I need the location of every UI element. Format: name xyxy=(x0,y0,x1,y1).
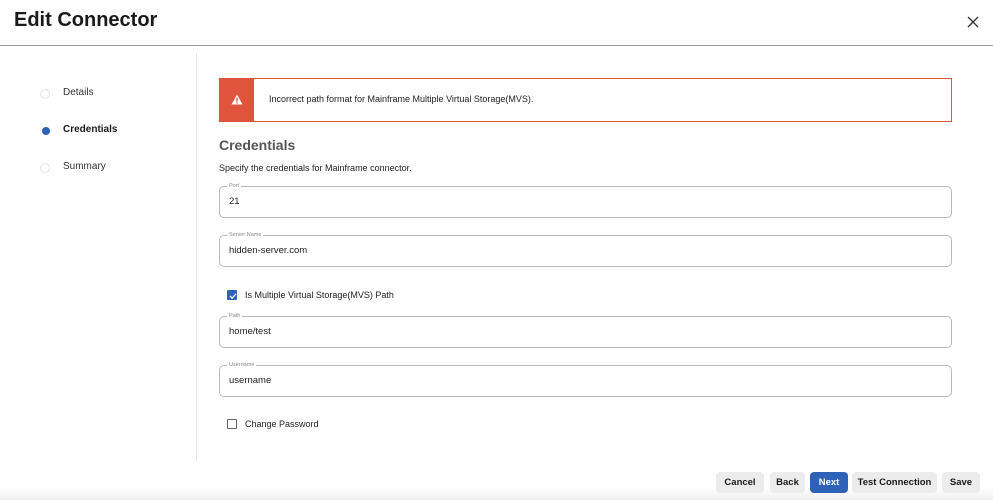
back-button[interactable]: Back xyxy=(770,472,805,493)
error-icon-box xyxy=(220,79,254,121)
change-password-label: Change Password xyxy=(245,419,319,429)
path-label: Path xyxy=(227,312,243,320)
port-label: Port xyxy=(227,182,242,190)
username-field[interactable]: Username username xyxy=(219,361,952,397)
close-icon[interactable] xyxy=(963,12,983,32)
port-value[interactable]: 21 xyxy=(229,196,240,207)
path-value[interactable]: home/test xyxy=(229,326,271,337)
step-label: Credentials xyxy=(63,124,118,135)
section-title: Credentials xyxy=(219,137,296,153)
test-connection-button[interactable]: Test Connection xyxy=(852,472,937,493)
error-banner: Incorrect path format for Mainframe Mult… xyxy=(219,78,952,122)
step-label: Summary xyxy=(63,161,106,172)
change-password-checkbox[interactable] xyxy=(227,419,237,429)
vertical-divider xyxy=(196,53,197,461)
step-indicator-active xyxy=(42,127,50,135)
section-description: Specify the credentials for Mainframe co… xyxy=(219,163,412,173)
step-indicator xyxy=(40,89,50,99)
dialog-title: Edit Connector xyxy=(14,9,158,31)
step-indicator xyxy=(40,163,50,173)
step-label: Details xyxy=(63,87,94,98)
next-button[interactable]: Next xyxy=(810,472,848,493)
mvs-path-checkbox[interactable] xyxy=(227,290,237,300)
check-icon xyxy=(229,293,237,300)
step-summary[interactable]: Summary xyxy=(38,156,188,193)
error-message: Incorrect path format for Mainframe Mult… xyxy=(269,94,534,104)
step-credentials[interactable]: Credentials xyxy=(38,119,188,156)
dialog-header: Edit Connector xyxy=(0,0,993,46)
cancel-button[interactable]: Cancel xyxy=(716,472,764,493)
server-name-field[interactable]: Server Name hidden-server.com xyxy=(219,231,952,267)
mvs-path-label: Is Multiple Virtual Storage(MVS) Path xyxy=(245,290,394,300)
path-field[interactable]: Path home/test xyxy=(219,312,952,348)
step-details[interactable]: Details xyxy=(38,82,188,119)
save-button[interactable]: Save xyxy=(942,472,980,493)
stepper: Details Credentials Summary xyxy=(38,82,188,193)
username-label: Username xyxy=(227,361,257,369)
warning-icon xyxy=(231,94,243,105)
port-field[interactable]: Port 21 xyxy=(219,182,952,218)
server-name-label: Server Name xyxy=(227,231,264,239)
server-name-value[interactable]: hidden-server.com xyxy=(229,245,307,256)
username-value[interactable]: username xyxy=(229,375,271,386)
